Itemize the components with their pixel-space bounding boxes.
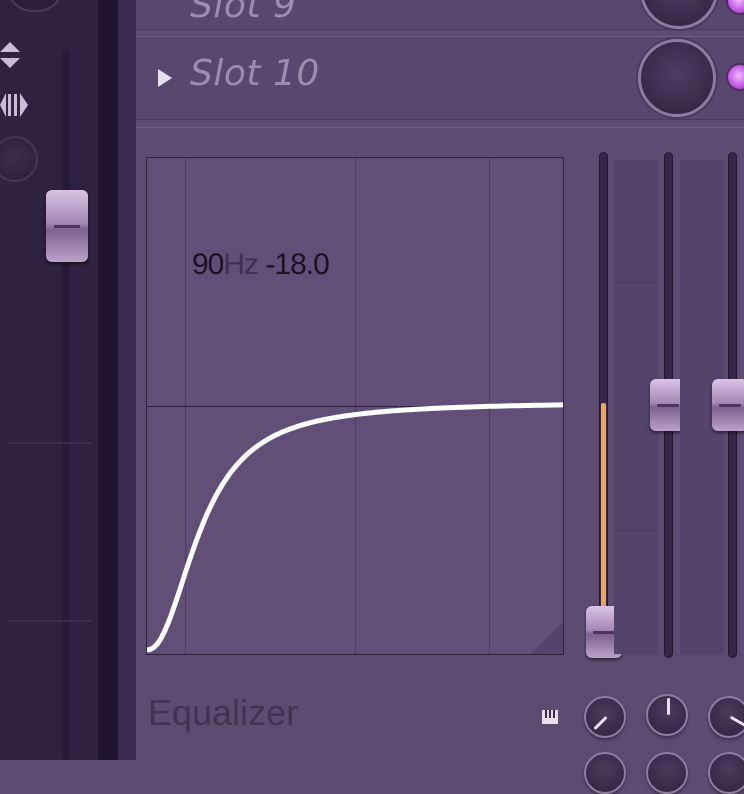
resize-corner-icon[interactable] — [531, 622, 563, 654]
panel-separator — [136, 127, 744, 128]
strip-divider — [98, 0, 118, 760]
mini-keyboard-icon[interactable] — [542, 710, 558, 724]
band-tick — [614, 282, 658, 283]
fader-tick — [8, 620, 92, 622]
slot-9-mix-knob[interactable] — [640, 0, 718, 29]
frequency-readout: 90Hz -18.0 — [192, 248, 330, 282]
eq-graph[interactable] — [146, 157, 564, 655]
plugin-title: Equalizer — [148, 692, 299, 733]
triangle-right-icon[interactable] — [158, 69, 172, 87]
band-2-fader-handle[interactable] — [712, 379, 744, 431]
band-knob-6-partial[interactable] — [708, 752, 744, 794]
track-volume-fader-handle[interactable] — [46, 190, 88, 263]
gain-value: -18.0 — [265, 248, 329, 281]
band-knob-4-partial[interactable] — [584, 752, 626, 794]
frequency-unit: Hz — [223, 248, 259, 281]
panel-edge — [118, 0, 136, 760]
fader-tick — [8, 442, 92, 444]
band-knob-3[interactable] — [708, 696, 744, 738]
left-right-arrows-icon[interactable] — [0, 90, 30, 120]
slot-9-enable-led[interactable] — [726, 0, 744, 15]
slot-10-mix-knob[interactable] — [638, 39, 716, 117]
output-level-meter — [601, 403, 606, 636]
band-knob-2[interactable] — [646, 694, 688, 736]
slot-10-label: Slot 10 — [190, 53, 320, 94]
slot-9-label: Slot 9 — [190, 0, 297, 26]
slot-10-enable-led[interactable] — [726, 63, 744, 91]
slot-9-row[interactable]: Slot 9 — [136, 0, 744, 30]
track-volume-fader-track[interactable] — [62, 50, 70, 760]
slot-10-row[interactable]: Slot 10 — [136, 36, 744, 120]
band-knob-5-partial[interactable] — [646, 752, 688, 794]
band-knob-1[interactable] — [584, 696, 626, 738]
frequency-value: 90 — [192, 248, 224, 281]
band-tick — [614, 530, 658, 531]
up-down-arrows-icon[interactable] — [0, 40, 24, 70]
eq-response-curve — [147, 402, 563, 653]
